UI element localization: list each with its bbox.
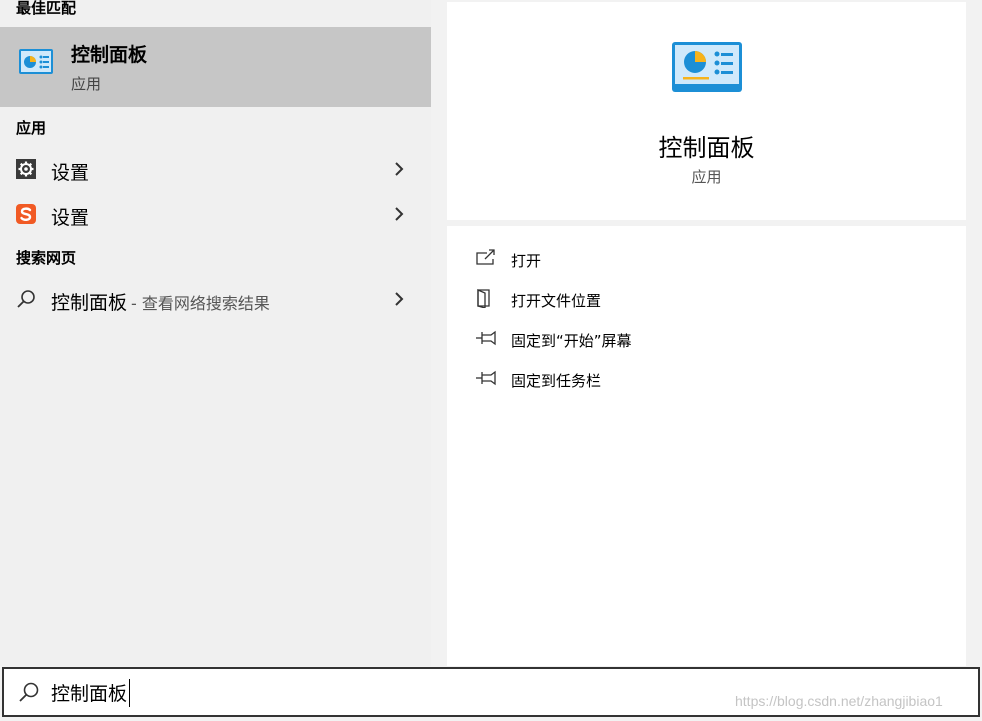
control-panel-icon [19, 49, 53, 74]
chevron-right-icon[interactable] [392, 290, 406, 308]
detail-subtitle: 应用 [691, 168, 722, 186]
pin-icon [476, 370, 496, 386]
file-location-icon [477, 289, 490, 308]
action-label: 固定到“开始”屏幕 [511, 332, 632, 350]
search-icon [17, 290, 35, 308]
search-icon [19, 682, 39, 702]
web-search-suffix: - 查看网络搜索结果 [131, 294, 270, 313]
gear-icon [16, 159, 36, 179]
web-search-result[interactable]: 控制面板 - 查看网络搜索结果 [0, 278, 431, 322]
best-match-header: 最佳匹配 [16, 0, 77, 17]
sogou-icon [16, 204, 36, 224]
action-label: 打开文件位置 [511, 292, 602, 310]
action-label: 打开 [511, 252, 542, 270]
app-result-settings[interactable]: 设置 [0, 148, 431, 192]
web-search-label: 控制面板 - 查看网络搜索结果 [51, 288, 270, 315]
start-search-window: 最佳匹配 控制面板 应用 应用 设置 设置 搜索网页 控制面板 - 查看网络搜索… [0, 0, 982, 721]
detail-actions-panel: 打开 打开文件位置 固定到“开始”屏幕 固定到任务栏 [447, 226, 966, 666]
text-caret [129, 679, 130, 707]
chevron-right-icon[interactable] [392, 205, 406, 223]
detail-title: 控制面板 [658, 134, 755, 162]
app-result-sogou-settings[interactable]: 设置 [0, 193, 431, 237]
best-match-subtitle: 应用 [71, 75, 102, 93]
action-open-file-location[interactable]: 打开文件位置 [475, 288, 935, 312]
web-search-term: 控制面板 [51, 292, 128, 314]
web-search-header: 搜索网页 [16, 249, 77, 267]
results-pane: 最佳匹配 控制面板 应用 应用 设置 设置 搜索网页 控制面板 - 查看网络搜索… [0, 0, 431, 666]
apps-header: 应用 [16, 119, 47, 137]
action-open[interactable]: 打开 [475, 248, 935, 272]
app-result-label: 设置 [51, 207, 90, 229]
best-match-result[interactable]: 控制面板 应用 [0, 27, 431, 107]
best-match-title: 控制面板 [71, 44, 148, 66]
action-pin-to-taskbar[interactable]: 固定到任务栏 [475, 368, 935, 392]
watermark: https://blog.csdn.net/zhangjibiao1 [735, 693, 943, 709]
action-pin-to-start[interactable]: 固定到“开始”屏幕 [475, 328, 935, 352]
action-label: 固定到任务栏 [511, 372, 602, 390]
detail-header-panel: 控制面板 应用 [447, 2, 966, 220]
search-box[interactable] [2, 667, 980, 717]
open-icon [476, 249, 495, 265]
control-panel-icon [672, 42, 742, 92]
pin-icon [476, 330, 496, 346]
chevron-right-icon[interactable] [392, 160, 406, 178]
app-result-label: 设置 [51, 162, 90, 184]
